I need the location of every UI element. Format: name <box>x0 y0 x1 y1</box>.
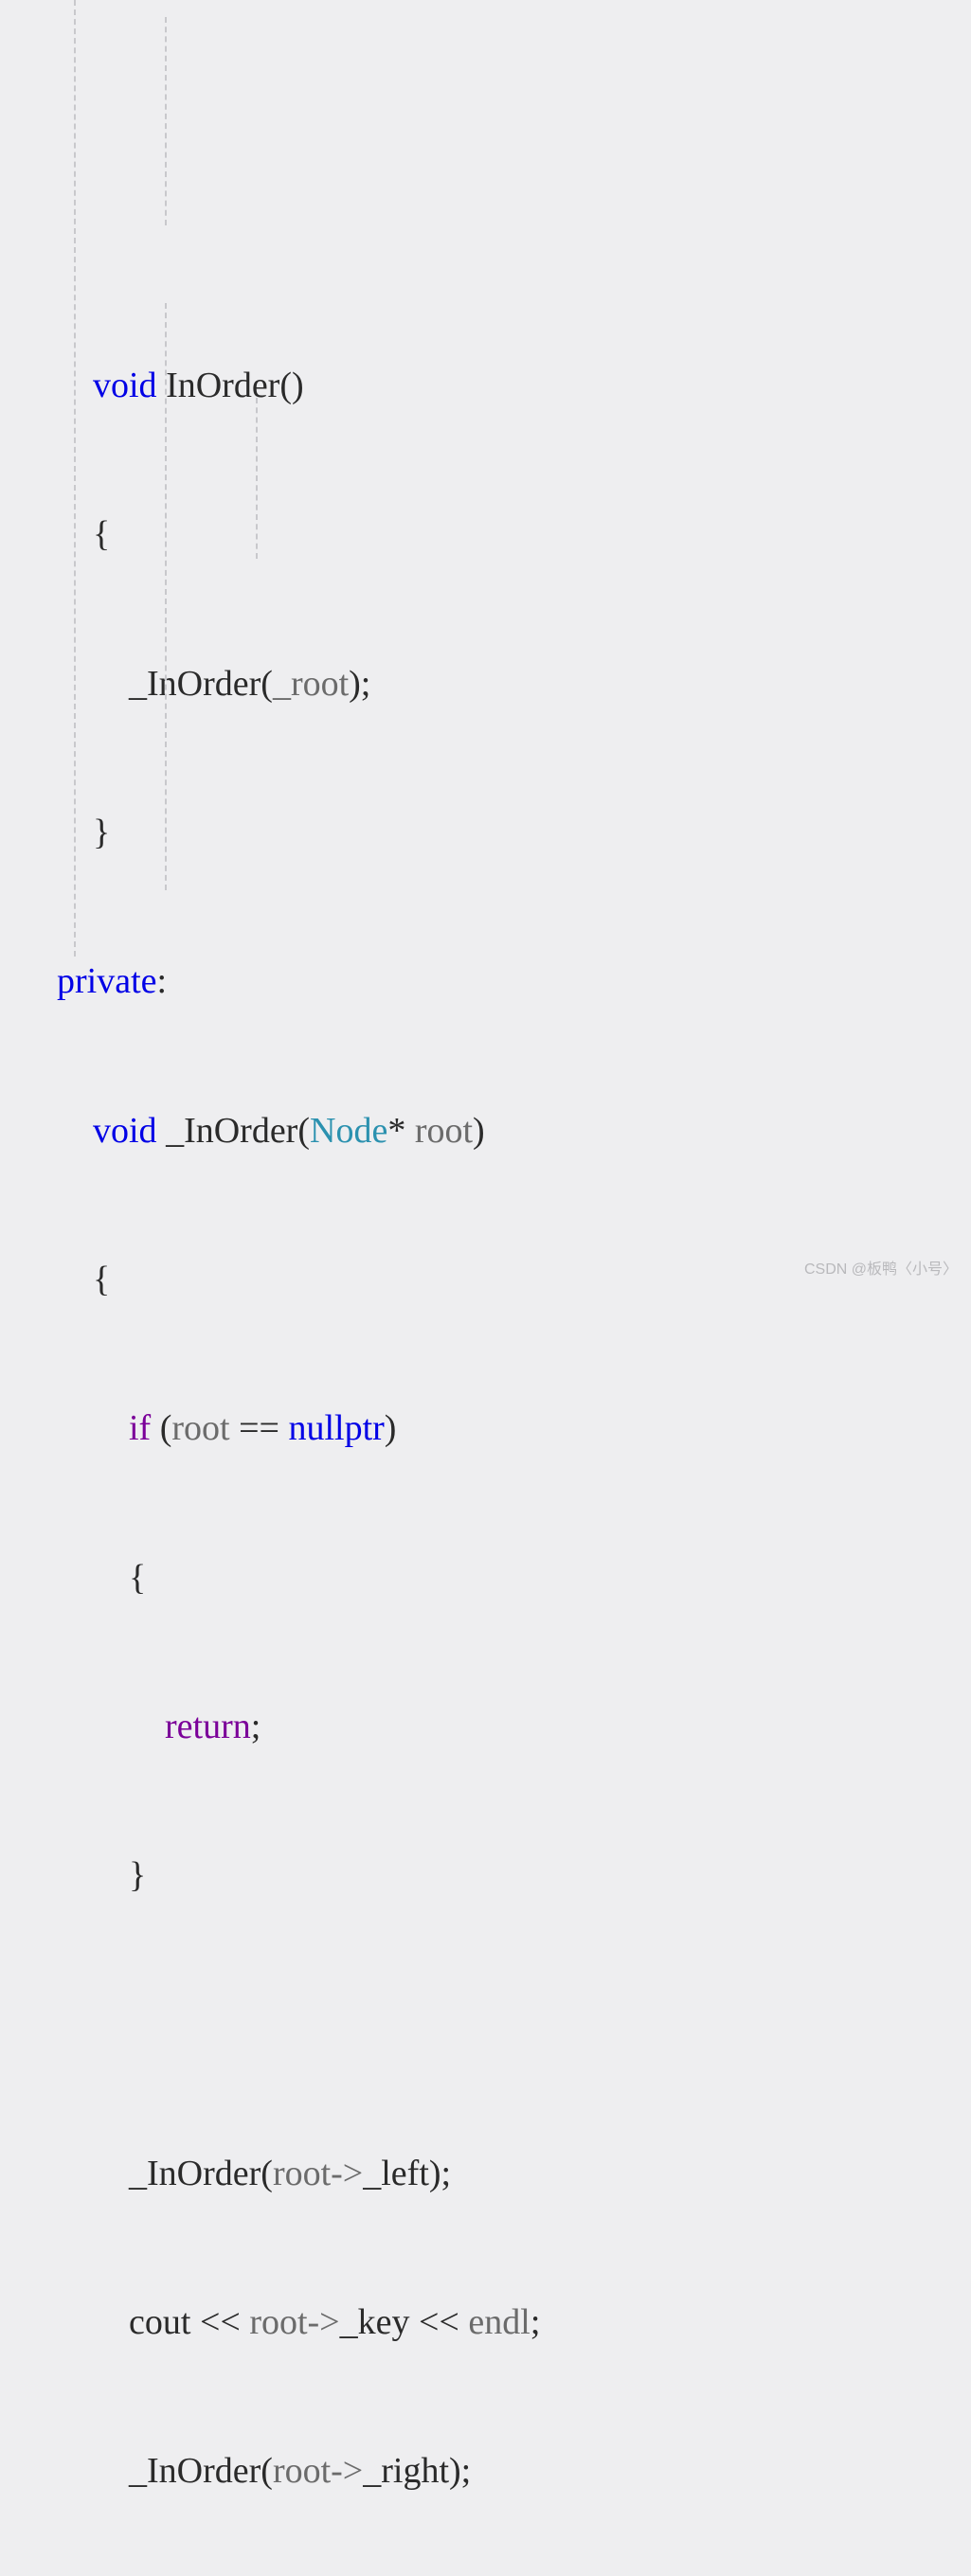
keyword-if: if <box>129 1408 151 1448</box>
func-call: _InOrder <box>129 2154 261 2193</box>
code-block: void InOrder() { _InOrder(_root); } priv… <box>0 0 971 2576</box>
code-line: void InOrder() <box>0 361 971 410</box>
arrow: -> <box>331 2154 363 2193</box>
paren: ( <box>160 1408 172 1448</box>
paren: ( <box>261 664 273 704</box>
code-line: } <box>0 808 971 857</box>
arg: _root <box>273 664 349 704</box>
colon: : <box>157 961 168 1001</box>
keyword-void: void <box>93 1111 157 1151</box>
semi: ; <box>530 2302 541 2342</box>
brace: } <box>93 813 110 852</box>
keyword-return: return <box>165 1707 251 1746</box>
watermark-text: CSDN @板鸭〈小号〉 <box>804 1260 958 1280</box>
type-node: Node <box>310 1111 387 1151</box>
brace: { <box>129 1558 146 1598</box>
field: _left <box>363 2154 429 2193</box>
code-line: _InOrder(_root); <box>0 659 971 708</box>
paren: ( <box>297 1111 310 1151</box>
arg: root <box>273 2451 331 2491</box>
code-line: { <box>0 510 971 559</box>
paren-close: ) <box>473 1111 485 1151</box>
code-line: void _InOrder(Node* root) <box>0 1106 971 1155</box>
func-call: _InOrder <box>129 664 261 704</box>
func-name: InOrder <box>166 366 279 405</box>
code-line: } <box>0 1851 971 1900</box>
arg: root <box>273 2154 331 2193</box>
code-line: _InOrder(root->_right); <box>0 2446 971 2496</box>
keyword-void: void <box>93 366 157 405</box>
arg: root <box>415 1111 473 1151</box>
indent-guide-3 <box>256 398 258 559</box>
op-eq: == <box>239 1408 279 1448</box>
paren-close: ); <box>449 2451 471 2491</box>
paren: ( <box>261 2451 273 2491</box>
star: * <box>387 1111 405 1151</box>
code-line: if (root == nullptr) <box>0 1404 971 1453</box>
keyword-private: private <box>57 961 157 1001</box>
brace: { <box>93 1260 110 1299</box>
code-line: { <box>0 1553 971 1602</box>
func-name: _InOrder <box>166 1111 297 1151</box>
brace: { <box>93 514 110 554</box>
field: _right <box>363 2451 449 2491</box>
code-line <box>0 2000 971 2049</box>
keyword-nullptr: nullptr <box>288 1408 384 1448</box>
arrow: -> <box>308 2302 340 2342</box>
paren: ( <box>261 2154 273 2193</box>
code-line: return; <box>0 1702 971 1751</box>
brace: } <box>129 1855 146 1895</box>
semi: ; <box>251 1707 261 1746</box>
code-line: cout << root->_key << endl; <box>0 2298 971 2347</box>
op-lshift: << <box>419 2302 459 2342</box>
arrow: -> <box>331 2451 363 2491</box>
paren-close: ); <box>429 2154 451 2193</box>
indent-guide-1 <box>74 0 76 957</box>
paren-close: ) <box>385 1408 397 1448</box>
code-line: private: <box>0 957 971 1006</box>
endl: endl <box>468 2302 530 2342</box>
op-lshift: << <box>200 2302 241 2342</box>
field: _key <box>340 2302 410 2342</box>
cout: cout <box>129 2302 190 2342</box>
func-call: _InOrder <box>129 2451 261 2491</box>
arg: root <box>171 1408 229 1448</box>
paren: () <box>279 366 303 405</box>
indent-guide-2b <box>165 303 167 890</box>
arg: root <box>249 2302 307 2342</box>
code-line: _InOrder(root->_left); <box>0 2149 971 2198</box>
indent-guide-2a <box>165 17 167 225</box>
paren-close: ); <box>349 664 370 704</box>
